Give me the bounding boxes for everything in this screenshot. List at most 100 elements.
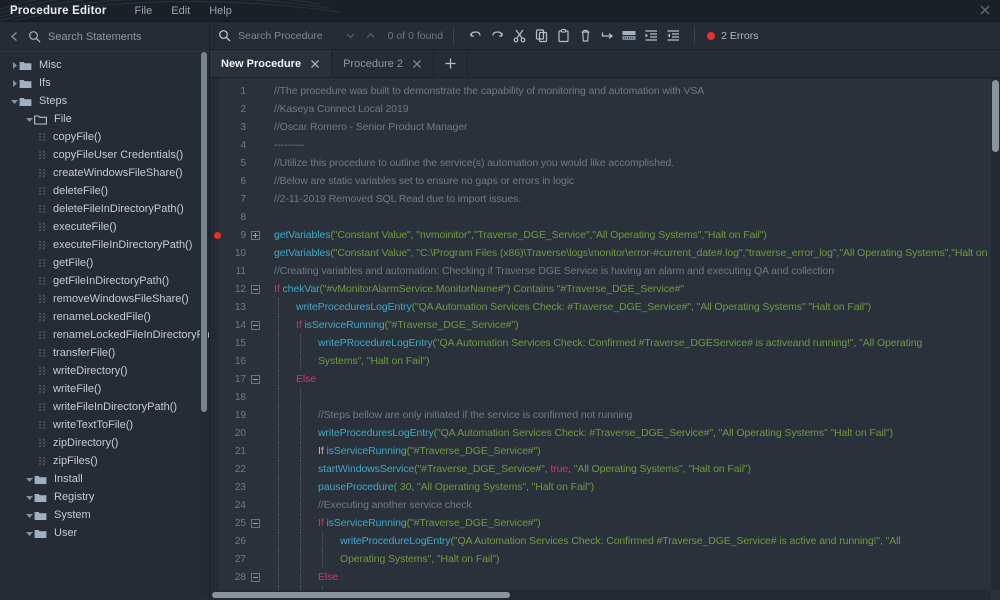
code-line[interactable]: 3 //Oscar Romero - Senior Product Manager [210,118,1000,136]
code-line[interactable]: 25 If isServiceRunning("#Traverse_DGE_Ser… [210,514,1000,532]
code-line[interactable]: 14 If isServiceRunning("#Traverse_DGE_Ser… [210,316,1000,334]
code-line[interactable]: 21 If isServiceRunning("#Traverse_DGE_Ser… [210,442,1000,460]
statement-item[interactable]: writeDirectory() [0,362,209,380]
code-line[interactable]: 10 getVariables("Constant Value", "C:\Pro… [210,244,1000,262]
tree-folder-item[interactable]: Misc [0,56,209,74]
statement-item[interactable]: deleteFileInDirectoryPath() [0,200,209,218]
code-editor[interactable]: 1 //The procedure was built to demonstrat… [210,78,1000,600]
statement-item[interactable]: writeFileInDirectoryPath() [0,398,209,416]
statement-item[interactable]: deleteFile() [0,182,209,200]
code-line[interactable]: 23 pauseProcedure( 30, "All Operating Sys… [210,478,1000,496]
error-indicator[interactable]: 2 Errors [707,30,758,42]
code-line[interactable]: 13 writeProceduresLogEntry("QA Automation… [210,298,1000,316]
code-line[interactable]: 1 //The procedure was built to demonstrat… [210,82,1000,100]
statement-item[interactable]: writeTextToFile() [0,416,209,434]
code-line[interactable]: 19 //Steps bellow are only initiated if t… [210,406,1000,424]
statement-item[interactable]: zipDirectory() [0,434,209,452]
code-line[interactable]: 6 //Below are static variables set to ens… [210,172,1000,190]
statement-item[interactable]: zipFiles() [0,452,209,470]
tab-new-procedure[interactable]: New Procedure [210,50,333,77]
tree-folder-item[interactable]: Registry [0,488,209,506]
error-marker[interactable] [210,231,224,239]
statement-item[interactable]: createWindowsFileShare() [0,164,209,182]
editor-vscrollbar-track[interactable] [991,78,1000,590]
editor-hscrollbar-track[interactable] [210,590,991,600]
sidebar-scrollbar-thumb[interactable] [201,52,207,412]
drag-handle-icon [39,385,45,393]
undo-button[interactable] [464,25,486,47]
tree-folder-item[interactable]: File [0,110,209,128]
statement-item[interactable]: transferFile() [0,344,209,362]
statement-item[interactable]: executeFile() [0,218,209,236]
code-line[interactable]: 17 Else [210,370,1000,388]
statement-item[interactable]: writeFile() [0,380,209,398]
tree-item-label: Misc [39,59,62,71]
code-line[interactable]: 5 //Utilize this procedure to outline the… [210,154,1000,172]
statement-item[interactable]: copyFile() [0,128,209,146]
code-line[interactable]: 20 writeProceduresLogEntry("QA Automation… [210,424,1000,442]
fold-toggle[interactable] [246,320,264,330]
statement-item[interactable]: copyFileUser Credentials() [0,146,209,164]
code-line[interactable]: 9 getVariables("Constant Value", "nvmoini… [210,226,1000,244]
code-line[interactable]: 8 [210,208,1000,226]
code-lines[interactable]: 1 //The procedure was built to demonstrat… [210,78,1000,600]
add-tab-button[interactable] [434,50,469,77]
code-line[interactable]: 26 writeProcedureLogEntry("QA Automation … [210,532,1000,550]
statement-item[interactable]: renameLockedFile() [0,308,209,326]
tab-procedure-2[interactable]: Procedure 2 [332,50,435,77]
sidebar-scrollbar-track[interactable] [200,52,208,594]
code-line[interactable]: 7 //2-11-2019 Removed SQL Read due to imp… [210,190,1000,208]
menu-item-help[interactable]: Help [209,5,232,17]
indent-button[interactable] [640,25,662,47]
close-icon[interactable] [978,3,992,17]
code-line[interactable]: 18 [210,388,1000,406]
statement-item[interactable]: removeWindowsFileShare() [0,290,209,308]
fold-toggle[interactable] [246,572,264,582]
code-line[interactable]: 15 writePRocedureLogEntry("QA Automation … [210,334,1000,352]
tree-folder-item[interactable]: Ifs [0,74,209,92]
chevron-down-icon[interactable] [345,30,356,41]
fold-toggle[interactable] [246,284,264,294]
line-number: 9 [240,229,246,241]
chevron-up-icon[interactable] [365,30,376,41]
code-line[interactable]: 2 //Kaseya Connect Local 2019 [210,100,1000,118]
editor-hscrollbar-thumb[interactable] [212,592,510,598]
tree-folder-item[interactable]: Install [0,470,209,488]
close-icon[interactable] [412,59,422,69]
close-icon[interactable] [310,59,320,69]
editor-vscrollbar-thumb[interactable] [992,80,999,152]
cut-button[interactable] [508,25,530,47]
outdent-button[interactable] [662,25,684,47]
search-procedure-field[interactable]: Search Procedure [218,29,323,42]
code-line[interactable]: 16 Systems", "Halt on Fail") [210,352,1000,370]
code-line[interactable]: 12 If chekVar("#vMonitorAlarmService.Moni… [210,280,1000,298]
code-line[interactable]: 22 startWindowsService("#Traverse_DGE_Ser… [210,460,1000,478]
statement-item[interactable]: getFileInDirectoryPath() [0,272,209,290]
paste-button[interactable] [552,25,574,47]
menu-item-file[interactable]: File [135,5,153,17]
step-into-button[interactable] [596,25,618,47]
statement-item[interactable]: renameLockedFileInDirectoryPath() [0,326,209,344]
redo-button[interactable] [486,25,508,47]
server-button[interactable] [618,25,640,47]
fold-toggle[interactable] [246,230,264,240]
statements-tree[interactable]: Misc Ifs Steps File copyFile() copyFileUser C… [0,52,209,600]
delete-button[interactable] [574,25,596,47]
fold-toggle[interactable] [246,374,264,384]
code-line[interactable]: 24 //Executing another service check [210,496,1000,514]
code-line[interactable]: 28 Else [210,568,1000,586]
code-line[interactable]: 11 //Creating variables and automation: C… [210,262,1000,280]
code-line[interactable]: 4 --------- [210,136,1000,154]
statement-item[interactable]: getFile() [0,254,209,272]
code-text: //Below are static variables set to ensu… [264,175,1000,187]
copy-button[interactable] [530,25,552,47]
chevron-left-icon[interactable] [8,30,21,43]
statement-item[interactable]: executeFileInDirectoryPath() [0,236,209,254]
tree-folder-item[interactable]: System [0,506,209,524]
search-statements-bar[interactable]: Search Statements [0,22,209,52]
menu-item-edit[interactable]: Edit [171,5,190,17]
tree-folder-item[interactable]: Steps [0,92,209,110]
fold-toggle[interactable] [246,518,264,528]
tree-folder-item[interactable]: User [0,524,209,542]
code-line[interactable]: 27 Operating Systems", "Halt on Fail") [210,550,1000,568]
